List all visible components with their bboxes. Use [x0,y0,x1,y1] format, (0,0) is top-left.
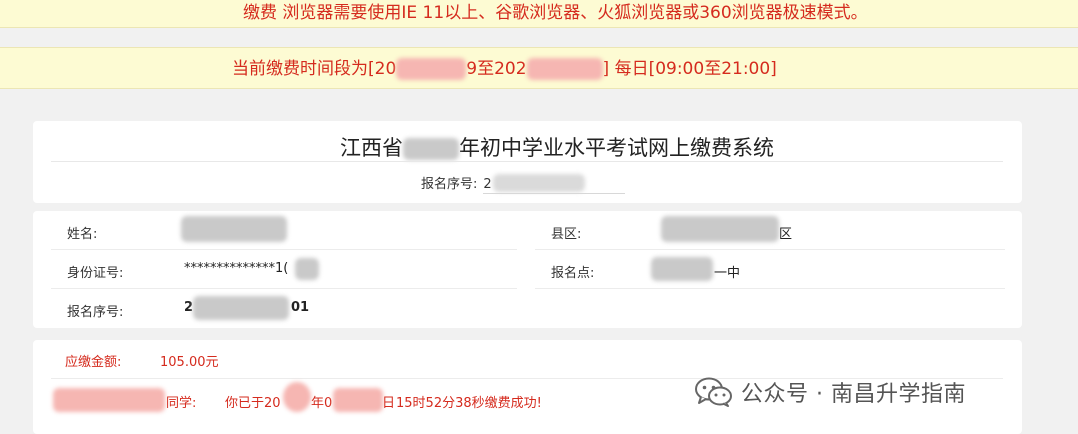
county-value-redacted [661,216,779,242]
period-mid: 9至202 [466,59,527,79]
county-value: 区 [779,227,793,242]
divider [535,288,1005,289]
reg-number-row: 报名序号: 2 [421,173,626,194]
name-label: 姓名: [67,227,98,242]
id-value: **************1( [184,261,289,276]
amount-label: 应缴金额: [65,355,122,370]
reg-number-label: 报名序号: [67,305,124,320]
paid-prefix: 你已于20 [225,396,281,411]
redacted-block [283,382,311,412]
site-label: 报名点: [551,266,595,281]
name-value-redacted [181,216,287,242]
reg-number-end: 01 [291,300,310,315]
reg-number-redacted [193,296,289,320]
student-suffix: 同学: [166,396,197,411]
watermark-text: 公众号 · 南昌升学指南 [741,382,966,407]
watermark: 公众号 · 南昌升学指南 [695,372,966,412]
system-title-card: 江西省 年初中学业水平考试网上缴费系统 报名序号: 2 [33,121,1022,203]
student-info-card: 姓名: 县区: 区 身份证号: **************1( 报名点: 一中… [33,211,1022,328]
reg-number-value: 2 [483,173,626,194]
divider [51,161,1003,162]
wechat-icon [695,377,732,407]
payment-period-banner: 当前缴费时间段为[20 9至202 ] 每日[09:00至21:00] [0,47,1078,89]
divider [535,249,1005,250]
amount-value: 105.00元 [160,355,219,370]
student-name-redacted [53,388,165,412]
site-value-redacted [651,257,713,281]
reg-number-label: 报名序号: [421,177,478,192]
paid-suffix: 15时52分38秒缴费成功! [396,396,542,411]
redacted-block [403,138,459,160]
reg-number-start: 2 [184,300,194,315]
redacted-block [396,58,467,80]
id-label: 身份证号: [67,266,124,281]
county-label: 县区: [551,227,582,242]
paid-mid-2: 日 [382,396,396,411]
browser-notice-banner: 缴费 浏览器需要使用IE 11以上、谷歌浏览器、火狐浏览器或360浏览器极速模式… [0,0,1078,28]
browser-notice-text: 缴费 浏览器需要使用IE 11以上、谷歌浏览器、火狐浏览器或360浏览器极速模式… [243,3,868,23]
period-prefix: 当前缴费时间段为[20 [232,59,397,79]
period-suffix: ] 每日[09:00至21:00] [602,59,777,79]
divider [51,249,517,250]
redacted-block [526,58,603,80]
site-value: 一中 [714,266,741,281]
paid-mid: 年0 [311,396,333,411]
redacted-block [333,388,383,412]
page-title: 江西省 年初中学业水平考试网上缴费系统 [340,136,774,160]
divider [51,288,517,289]
id-value-redacted [295,258,319,280]
redacted-block [493,173,586,192]
